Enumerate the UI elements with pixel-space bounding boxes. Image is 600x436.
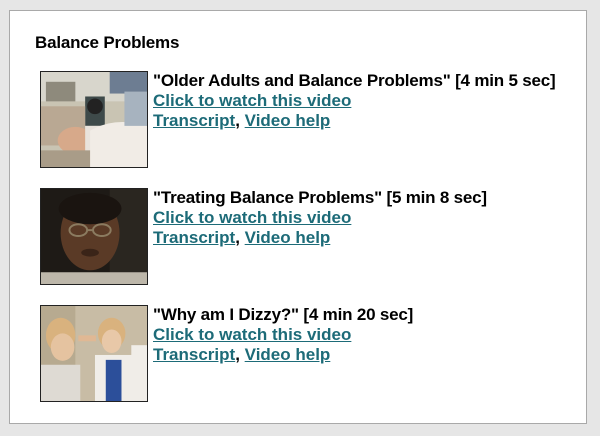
video-help-link[interactable]: Video help	[245, 228, 331, 247]
video-title: "Why am I Dizzy?" [4 min 20 sec]	[153, 305, 414, 324]
video-thumbnail[interactable]	[40, 188, 148, 285]
transcript-link[interactable]: Transcript	[153, 111, 235, 130]
video-info: "Treating Balance Problems" [5 min 8 sec…	[153, 188, 583, 248]
balance-problems-panel: Balance Problems "Older Adults and Balan…	[9, 10, 587, 424]
link-separator: ,	[235, 345, 245, 364]
video-help-link[interactable]: Video help	[245, 111, 331, 130]
video-item-treating-balance: "Treating Balance Problems" [5 min 8 sec…	[40, 188, 580, 288]
video-title: "Older Adults and Balance Problems" [4 m…	[153, 71, 556, 90]
link-separator: ,	[235, 111, 245, 130]
watch-video-link[interactable]: Click to watch this video	[153, 325, 351, 344]
video-info: "Older Adults and Balance Problems" [4 m…	[153, 71, 583, 131]
woman-portrait-image	[41, 189, 147, 284]
video-info: "Why am I Dizzy?" [4 min 20 sec] Click t…	[153, 305, 583, 365]
section-heading: Balance Problems	[35, 33, 180, 52]
video-item-older-adults: "Older Adults and Balance Problems" [4 m…	[40, 71, 580, 171]
watch-video-link[interactable]: Click to watch this video	[153, 208, 351, 227]
video-thumbnail[interactable]	[40, 305, 148, 402]
video-item-why-dizzy: "Why am I Dizzy?" [4 min 20 sec] Click t…	[40, 305, 580, 405]
transcript-link[interactable]: Transcript	[153, 228, 235, 247]
video-thumbnail[interactable]	[40, 71, 148, 168]
doctor-patient-image	[41, 306, 147, 401]
video-help-link[interactable]: Video help	[245, 345, 331, 364]
watch-video-link[interactable]: Click to watch this video	[153, 91, 351, 110]
transcript-link[interactable]: Transcript	[153, 345, 235, 364]
video-title: "Treating Balance Problems" [5 min 8 sec…	[153, 188, 487, 207]
link-separator: ,	[235, 228, 245, 247]
doctor-exam-image	[41, 72, 147, 167]
